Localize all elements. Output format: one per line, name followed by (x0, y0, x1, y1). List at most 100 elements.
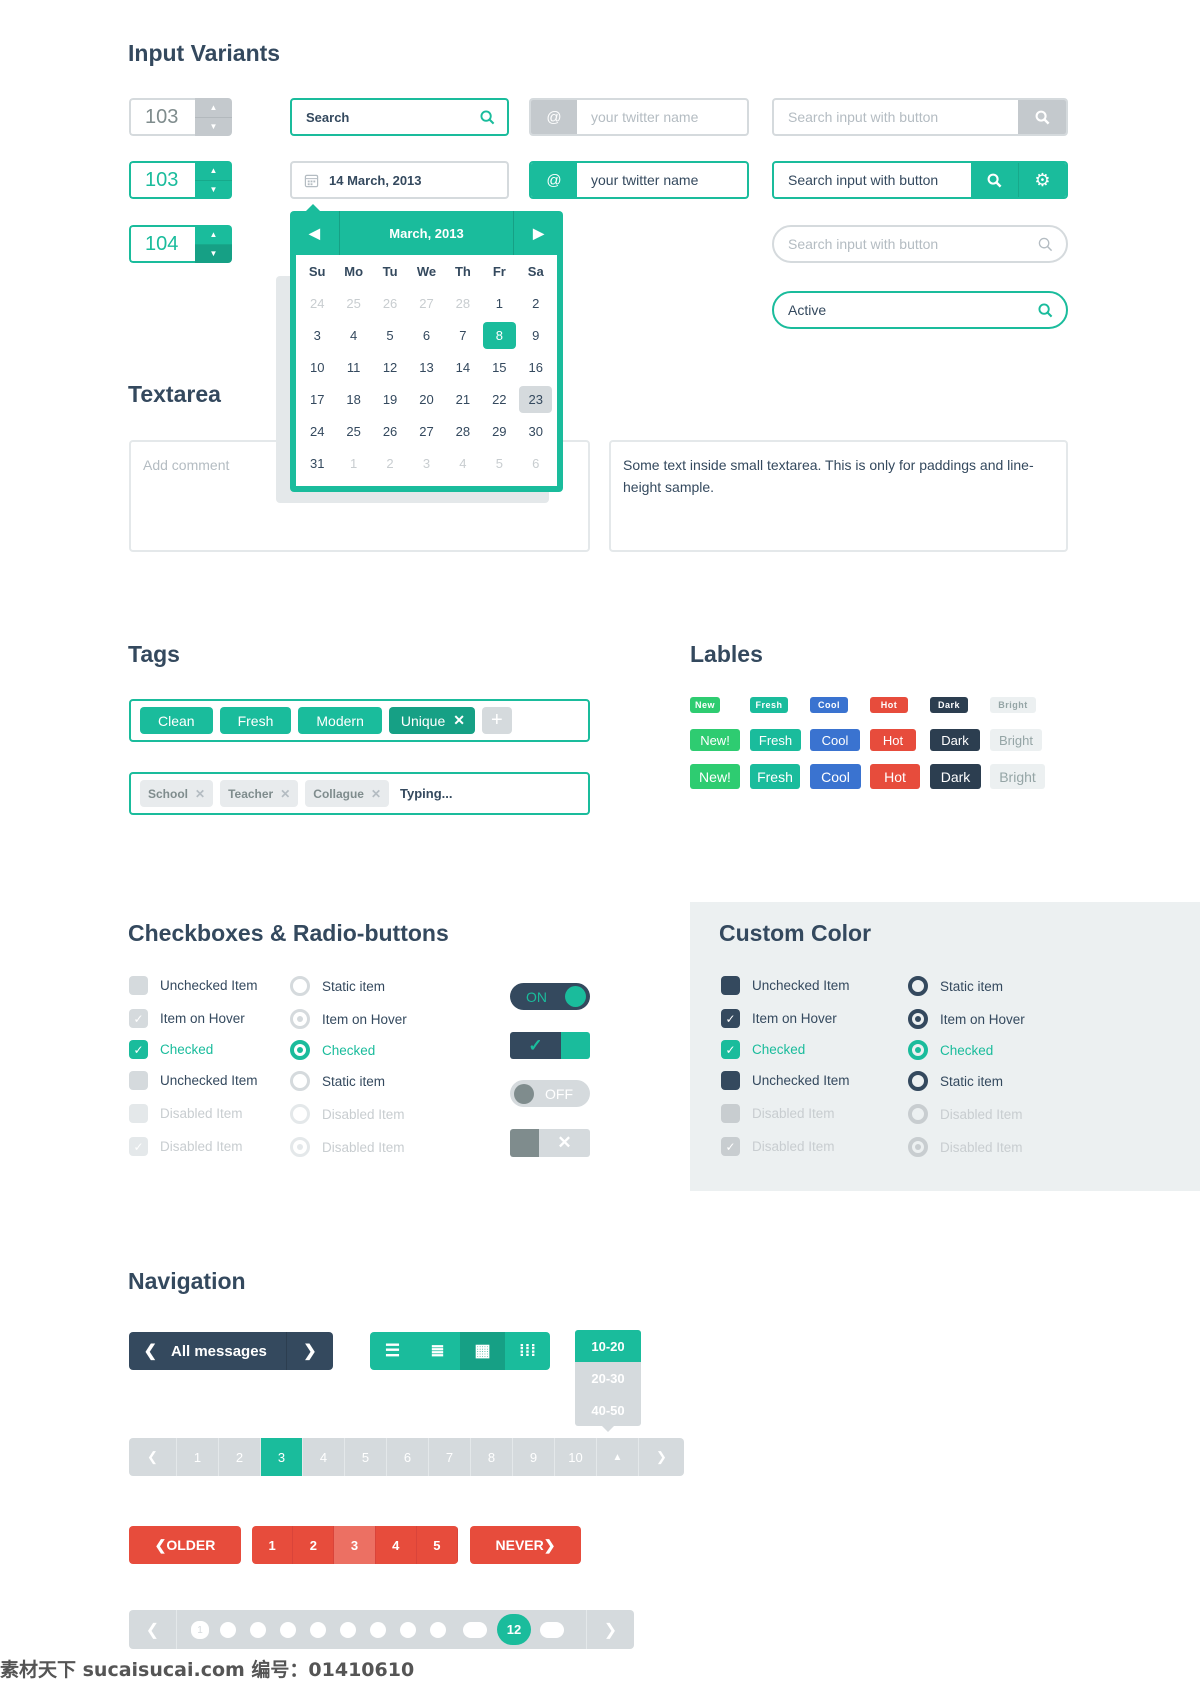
calendar-day[interactable]: 6 (518, 447, 554, 479)
calendar-day[interactable]: 26 (372, 287, 408, 319)
page-dot[interactable] (430, 1622, 446, 1638)
page-size-toggle-icon[interactable]: ▲ (597, 1438, 639, 1476)
tag[interactable]: Clean (140, 707, 213, 734)
page-dot[interactable] (220, 1622, 236, 1638)
tag[interactable]: Unique ✕ (388, 707, 475, 734)
never-button[interactable]: NEVER ❯ (470, 1526, 581, 1564)
search-icon[interactable] (1024, 302, 1066, 318)
rounded-search-input[interactable]: Search input with button (772, 225, 1068, 263)
toggle-off[interactable]: OFF (510, 1080, 590, 1107)
calendar-day[interactable]: 4 (445, 447, 481, 479)
calendar-day[interactable]: 18 (335, 383, 371, 415)
calendar-day[interactable]: 3 (299, 319, 335, 351)
page-link[interactable]: 10 (555, 1438, 597, 1476)
prev-page-icon[interactable]: ❮ (129, 1438, 177, 1476)
twitter-placeholder[interactable]: your twitter name (577, 109, 747, 125)
calendar-day[interactable]: 6 (408, 319, 444, 351)
calendar-day[interactable]: 26 (372, 415, 408, 447)
sample-textarea[interactable]: Some text inside small textarea. This is… (609, 440, 1068, 552)
tag-typing-text[interactable]: Typing... (400, 786, 452, 801)
calendar-day[interactable]: 25 (335, 415, 371, 447)
page-dot[interactable] (370, 1622, 386, 1638)
calendar-day[interactable]: 5 (372, 319, 408, 351)
dropdown-option[interactable]: 40-50 (575, 1394, 641, 1426)
calendar-day[interactable]: 24 (299, 415, 335, 447)
remove-tag-icon[interactable]: ✕ (280, 787, 290, 801)
calendar-day[interactable]: 20 (408, 383, 444, 415)
calendar-day[interactable]: 29 (481, 415, 517, 447)
date-input-value[interactable]: 14 March, 2013 (319, 173, 507, 188)
radio-item[interactable]: Static item (908, 976, 1003, 996)
checkbox-item[interactable]: ✓ Item on Hover (129, 1009, 245, 1028)
search-button[interactable] (1018, 100, 1066, 134)
older-button[interactable]: ❮ OLDER (129, 1526, 241, 1564)
rounded-search-input-active[interactable]: Active (772, 291, 1068, 329)
calendar-day[interactable]: 3 (408, 447, 444, 479)
calendar-day[interactable]: 7 (445, 319, 481, 351)
checkbox-item[interactable]: ✓ Item on Hover (721, 1009, 837, 1028)
page-dot[interactable] (250, 1622, 266, 1638)
toggle-on[interactable]: ON (510, 983, 590, 1010)
remove-tag-icon[interactable]: ✕ (371, 787, 381, 801)
radio-item[interactable]: Static item (290, 976, 385, 996)
calendar-day[interactable]: 14 (445, 351, 481, 383)
calendar-day[interactable]: 30 (518, 415, 554, 447)
calendar-day[interactable]: 4 (335, 319, 371, 351)
page-link[interactable]: 5 (417, 1526, 458, 1564)
gear-icon[interactable]: ⚙ (1019, 163, 1066, 197)
calendar-day[interactable]: 8 (481, 319, 517, 351)
tag[interactable]: School ✕ (140, 780, 214, 807)
page-link[interactable]: 4 (376, 1526, 417, 1564)
chevron-right-icon[interactable]: ❯ (286, 1332, 333, 1370)
all-messages-nav[interactable]: ❮ All messages ❯ (129, 1332, 333, 1370)
tag-input-typing[interactable]: School ✕ Teacher ✕ Collague ✕ Typing... (129, 772, 590, 815)
search-active-value[interactable]: Active (774, 302, 1024, 318)
calendar-day[interactable]: 1 (481, 287, 517, 319)
stepper-value[interactable]: 103 (129, 161, 195, 199)
page-link[interactable]: 5 (345, 1438, 387, 1476)
search-icon[interactable] (467, 109, 507, 125)
remove-tag-icon[interactable]: ✕ (195, 787, 205, 801)
page-link[interactable]: 6 (387, 1438, 429, 1476)
tag[interactable]: Teacher ✕ (220, 780, 299, 807)
calendar-day[interactable]: 12 (372, 351, 408, 383)
radio-item[interactable]: Static item (908, 1071, 1003, 1091)
checkbox-item[interactable]: Unchecked Item (721, 976, 850, 995)
search-value[interactable]: Search input with button (774, 172, 971, 188)
tag[interactable]: Fresh (219, 707, 292, 734)
checkbox-item[interactable]: Unchecked Item (129, 1071, 258, 1090)
stepper-value[interactable]: 104 (129, 225, 195, 263)
page-dot[interactable]: 1 (191, 1621, 209, 1639)
calendar-day[interactable]: 5 (481, 447, 517, 479)
stepper-up-icon[interactable]: ▲ (195, 98, 232, 117)
calendar-day[interactable]: 17 (299, 383, 335, 415)
number-stepper[interactable]: 103 ▲ ▼ (129, 98, 232, 136)
radio-item[interactable]: Static item (290, 1071, 385, 1091)
calendar-day[interactable]: 22 (481, 383, 517, 415)
checkbox-item[interactable]: ✓ Checked (721, 1040, 805, 1059)
radio-item[interactable]: Item on Hover (290, 1009, 407, 1029)
calendar-day[interactable]: 2 (518, 287, 554, 319)
twitter-input-focus[interactable]: @ your twitter name (529, 161, 749, 199)
search-with-buttons-focus[interactable]: Search input with button ⚙ (772, 161, 1068, 199)
tag-input[interactable]: Clean Fresh Modern Unique ✕ + (129, 699, 590, 742)
page-dot[interactable] (310, 1622, 326, 1638)
date-input[interactable]: 14 March, 2013 (290, 161, 509, 199)
page-link[interactable]: 3 (261, 1438, 303, 1476)
calendar-day[interactable]: 16 (518, 351, 554, 383)
page-link[interactable]: 7 (429, 1438, 471, 1476)
page-link[interactable]: 1 (177, 1438, 219, 1476)
search-placeholder[interactable]: Search input with button (774, 236, 1024, 252)
checkbox-item[interactable]: Unchecked Item (721, 1071, 850, 1090)
calendar-day[interactable]: 28 (445, 415, 481, 447)
search-icon[interactable] (1024, 237, 1066, 252)
search-placeholder[interactable]: Search input with button (774, 109, 1018, 125)
stepper-up-icon[interactable]: ▲ (195, 161, 232, 180)
page-dot[interactable] (400, 1622, 416, 1638)
stepper-value[interactable]: 103 (129, 98, 195, 136)
calendar-day[interactable]: 2 (372, 447, 408, 479)
calendar-day[interactable]: 9 (518, 319, 554, 351)
calendar-day[interactable]: 11 (335, 351, 371, 383)
calendar-day[interactable]: 24 (299, 287, 335, 319)
calendar-day[interactable]: 28 (445, 287, 481, 319)
